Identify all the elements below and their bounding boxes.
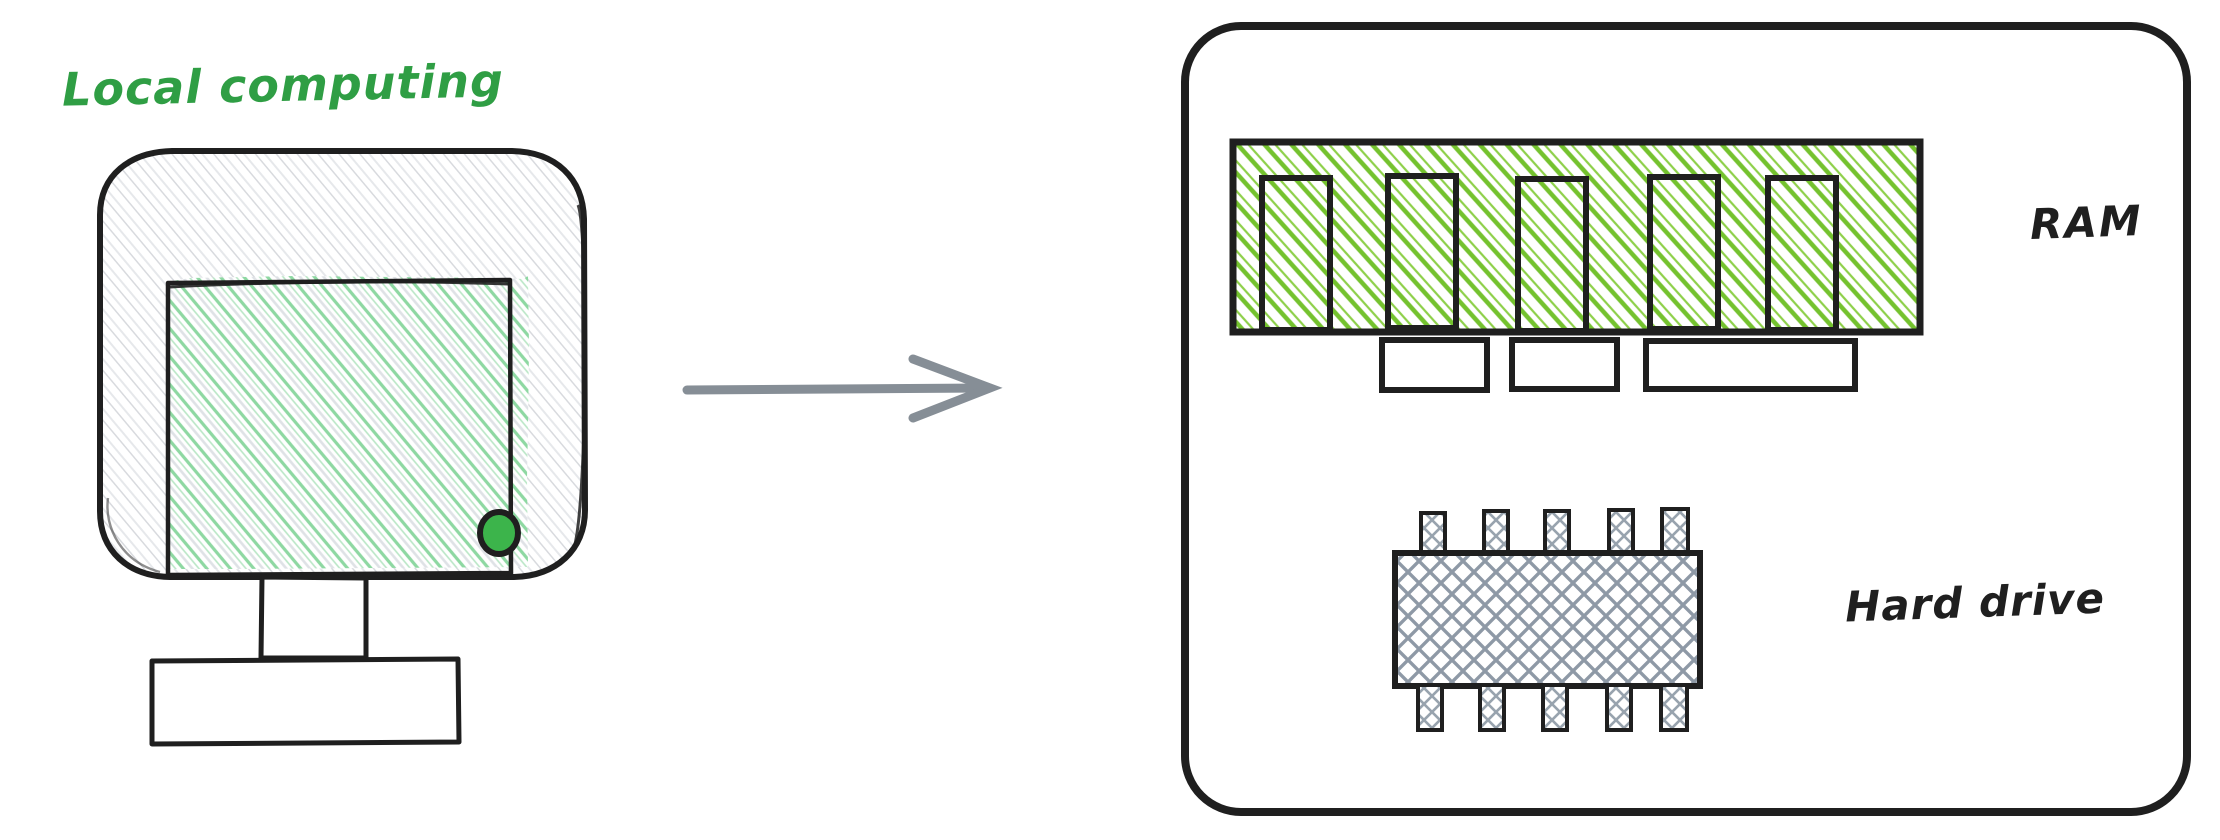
power-led-indicator [477, 509, 521, 557]
chip-pin-top [1543, 509, 1571, 558]
chip-pin-bottom [1478, 683, 1506, 732]
ram-connector-tab [1509, 337, 1620, 392]
page-title: Local computing [61, 53, 505, 117]
chip-pin-top [1660, 507, 1690, 557]
chip-pin-top [1482, 509, 1510, 558]
flow-arrow [682, 354, 1003, 423]
ram-label: RAM [2029, 196, 2144, 249]
monitor-screen [165, 276, 529, 578]
chip-pin-bottom [1541, 683, 1569, 732]
hard-drive-label: Hard drive [1844, 573, 2106, 632]
chip-pin-bottom [1605, 683, 1633, 732]
ram-connector-tab [1379, 337, 1490, 393]
chip-pin-top [1607, 508, 1635, 557]
monitor-stand-neck [258, 574, 369, 661]
diagram-vector-layer [97, 22, 2191, 816]
diagram-canvas: Local computing RAM Hard drive [0, 0, 2220, 840]
ram-connector-tab [1643, 338, 1858, 392]
monitor-group [97, 148, 588, 747]
chip-pin-bottom [1659, 683, 1689, 732]
chip-pin-bottom [1416, 683, 1444, 732]
monitor-stand-base [149, 656, 462, 747]
